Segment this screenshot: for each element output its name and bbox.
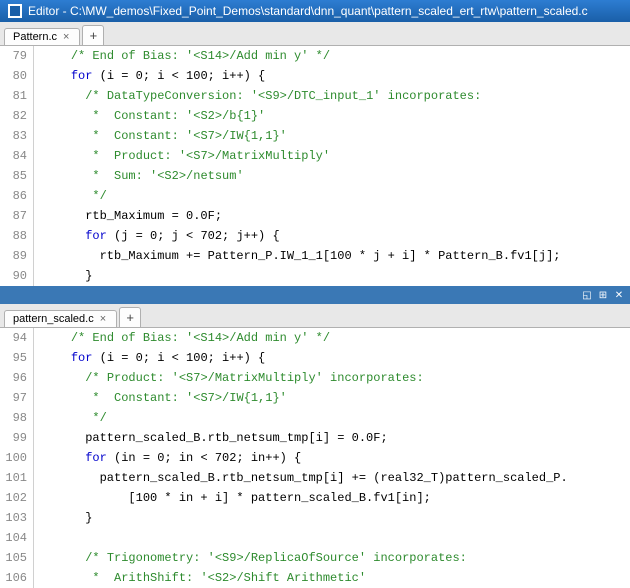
code-line[interactable]: [42, 528, 630, 548]
tab-pattern-scaled-c[interactable]: pattern_scaled.c ×: [4, 310, 117, 327]
line-number: 85: [0, 166, 27, 186]
line-number: 87: [0, 206, 27, 226]
code-line[interactable]: for (i = 0; i < 100; i++) {: [42, 66, 630, 86]
title-bar: Editor - C:\MW_demos\Fixed_Point_Demos\s…: [0, 0, 630, 22]
line-number: 95: [0, 348, 27, 368]
code-line[interactable]: */: [42, 186, 630, 206]
tab-pattern-c[interactable]: Pattern.c ×: [4, 28, 80, 45]
code-line[interactable]: * Constant: '<S7>/IW{1,1}': [42, 126, 630, 146]
code-line[interactable]: for (i = 0; i < 100; i++) {: [42, 348, 630, 368]
code-area-bottom[interactable]: 949596979899100101102103104105106 /* End…: [0, 328, 630, 588]
maximize-icon[interactable]: ⊞: [596, 288, 610, 302]
line-number: 88: [0, 226, 27, 246]
window-title: Editor - C:\MW_demos\Fixed_Point_Demos\s…: [28, 4, 588, 18]
code-line[interactable]: /* End of Bias: '<S14>/Add min y' */: [42, 328, 630, 348]
line-number: 104: [0, 528, 27, 548]
line-number: 82: [0, 106, 27, 126]
tab-bar-bottom: pattern_scaled.c × +: [0, 304, 630, 328]
code-text[interactable]: /* End of Bias: '<S14>/Add min y' */ for…: [34, 46, 630, 286]
plus-icon: +: [90, 28, 98, 43]
line-number: 83: [0, 126, 27, 146]
line-number: 99: [0, 428, 27, 448]
line-number: 94: [0, 328, 27, 348]
line-number: 96: [0, 368, 27, 388]
code-line[interactable]: for (j = 0; j < 702; j++) {: [42, 226, 630, 246]
code-line[interactable]: /* End of Bias: '<S14>/Add min y' */: [42, 46, 630, 66]
tab-label: Pattern.c: [13, 31, 57, 43]
line-number: 105: [0, 548, 27, 568]
code-line[interactable]: * Sum: '<S2>/netsum': [42, 166, 630, 186]
line-number: 100: [0, 448, 27, 468]
line-number: 103: [0, 508, 27, 528]
line-number: 81: [0, 86, 27, 106]
line-number: 97: [0, 388, 27, 408]
code-line[interactable]: * Constant: '<S2>/b{1}': [42, 106, 630, 126]
plus-icon: +: [126, 310, 134, 325]
close-icon[interactable]: ×: [63, 31, 69, 43]
code-text[interactable]: /* End of Bias: '<S14>/Add min y' */ for…: [34, 328, 630, 588]
code-line[interactable]: * ArithShift: '<S2>/Shift Arithmetic': [42, 568, 630, 588]
editor-pane-bottom: ◱ ⊞ ✕ pattern_scaled.c × + 9495969798991…: [0, 286, 630, 588]
editor-pane-top: Pattern.c × + 798081828384858687888990 /…: [0, 22, 630, 286]
restore-icon[interactable]: ◱: [580, 288, 594, 302]
code-line[interactable]: }: [42, 266, 630, 286]
line-number: 102: [0, 488, 27, 508]
line-number: 106: [0, 568, 27, 588]
close-icon[interactable]: ×: [100, 313, 106, 325]
code-line[interactable]: */: [42, 408, 630, 428]
line-number: 101: [0, 468, 27, 488]
code-area-top[interactable]: 798081828384858687888990 /* End of Bias:…: [0, 46, 630, 286]
code-line[interactable]: /* Trigonometry: '<S9>/ReplicaOfSource' …: [42, 548, 630, 568]
line-number: 80: [0, 66, 27, 86]
pane-header-bottom: ◱ ⊞ ✕: [0, 286, 630, 304]
line-number: 98: [0, 408, 27, 428]
line-number: 90: [0, 266, 27, 286]
line-gutter: 949596979899100101102103104105106: [0, 328, 34, 588]
code-line[interactable]: for (in = 0; in < 702; in++) {: [42, 448, 630, 468]
code-line[interactable]: * Constant: '<S7>/IW{1,1}': [42, 388, 630, 408]
code-line[interactable]: /* Product: '<S7>/MatrixMultiply' incorp…: [42, 368, 630, 388]
line-number: 79: [0, 46, 27, 66]
line-number: 86: [0, 186, 27, 206]
pane-close-icon[interactable]: ✕: [612, 288, 626, 302]
tab-bar-top: Pattern.c × +: [0, 22, 630, 46]
app-icon: [8, 4, 22, 18]
code-line[interactable]: rtb_Maximum += Pattern_P.IW_1_1[100 * j …: [42, 246, 630, 266]
code-line[interactable]: }: [42, 508, 630, 528]
code-line[interactable]: [100 * in + i] * pattern_scaled_B.fv1[in…: [42, 488, 630, 508]
tab-add-button-bottom[interactable]: +: [119, 307, 141, 327]
line-number: 84: [0, 146, 27, 166]
code-line[interactable]: rtb_Maximum = 0.0F;: [42, 206, 630, 226]
line-gutter: 798081828384858687888990: [0, 46, 34, 286]
code-line[interactable]: * Product: '<S7>/MatrixMultiply': [42, 146, 630, 166]
line-number: 89: [0, 246, 27, 266]
tab-add-button-top[interactable]: +: [82, 25, 104, 45]
tab-label: pattern_scaled.c: [13, 313, 94, 325]
code-line[interactable]: pattern_scaled_B.rtb_netsum_tmp[i] = 0.0…: [42, 428, 630, 448]
code-line[interactable]: pattern_scaled_B.rtb_netsum_tmp[i] += (r…: [42, 468, 630, 488]
code-line[interactable]: /* DataTypeConversion: '<S9>/DTC_input_1…: [42, 86, 630, 106]
